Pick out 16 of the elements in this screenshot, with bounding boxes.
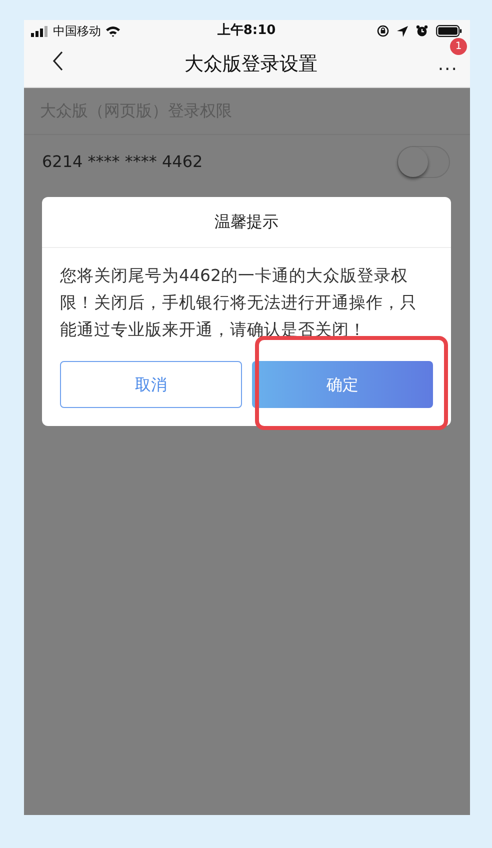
account-number: 6214 **** **** 4462: [42, 150, 203, 172]
carrier-name: 中国移动: [53, 23, 101, 40]
location-arrow-icon: [397, 26, 408, 36]
signal-icon: [31, 26, 49, 36]
page-title: 大众版登录设置: [183, 52, 318, 78]
toggle-switch[interactable]: [397, 146, 450, 178]
battery-icon: [436, 25, 462, 37]
dialog-title: 温馨提示: [214, 211, 278, 233]
more-button[interactable]: ...: [438, 56, 458, 74]
status-time: 上午8:10: [216, 22, 277, 40]
confirm-button[interactable]: 确定: [252, 361, 433, 408]
back-icon: [52, 51, 64, 71]
rotation-lock-icon: [377, 25, 389, 37]
cancel-button[interactable]: 取消: [60, 361, 242, 408]
alarm-clock-icon: [416, 25, 428, 37]
wifi-icon: [105, 25, 121, 37]
